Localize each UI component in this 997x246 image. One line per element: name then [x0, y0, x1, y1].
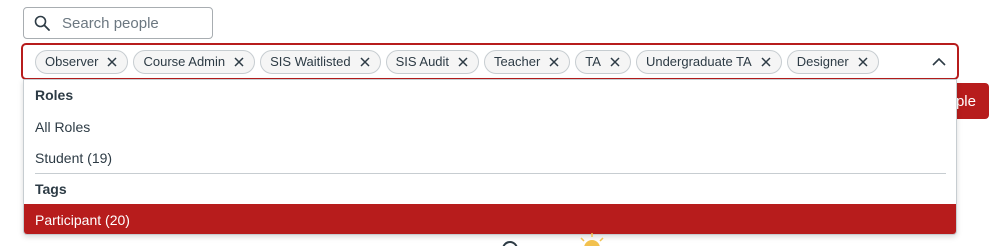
- decorative-circle-icon: [502, 241, 518, 246]
- role-tag[interactable]: Course Admin: [133, 49, 256, 74]
- search-box[interactable]: [23, 7, 213, 39]
- role-tag-label: SIS Waitlisted: [270, 54, 351, 69]
- role-tag[interactable]: TA: [575, 49, 631, 74]
- search-input[interactable]: [60, 13, 204, 33]
- close-icon[interactable]: [234, 56, 244, 67]
- role-tag[interactable]: SIS Waitlisted: [260, 49, 381, 74]
- role-tag[interactable]: Designer: [786, 49, 879, 74]
- group-label-roles: Roles: [35, 87, 74, 103]
- people-page: ple Observer Course Admin SIS Waitlisted…: [0, 0, 997, 246]
- role-tag-label: Observer: [45, 54, 99, 69]
- option-all-roles[interactable]: All Roles: [24, 111, 956, 142]
- role-tag[interactable]: Teacher: [484, 49, 571, 74]
- option-student[interactable]: Student (19): [24, 142, 956, 173]
- role-tag-label: TA: [585, 54, 601, 69]
- role-tag[interactable]: Undergraduate TA: [635, 49, 782, 74]
- close-icon[interactable]: [610, 56, 620, 67]
- role-tag-label: Designer: [796, 54, 849, 69]
- close-icon[interactable]: [458, 56, 468, 67]
- close-icon[interactable]: [858, 56, 868, 67]
- chevron-up-icon[interactable]: [932, 57, 946, 66]
- role-tag-label: Undergraduate TA: [645, 54, 752, 69]
- search-icon: [34, 15, 50, 31]
- role-tag-label: Teacher: [494, 54, 541, 69]
- group-divider: [35, 173, 946, 174]
- sun-icon: [580, 233, 604, 246]
- role-tag-label: Course Admin: [143, 54, 226, 69]
- group-label-tags: Tags: [35, 181, 67, 197]
- role-tag[interactable]: SIS Audit: [385, 49, 480, 74]
- role-filter-select[interactable]: Observer Course Admin SIS Waitlisted SIS…: [21, 43, 959, 80]
- close-icon[interactable]: [107, 56, 117, 67]
- close-icon[interactable]: [549, 56, 559, 67]
- add-people-button-label: ple: [955, 92, 976, 110]
- close-icon[interactable]: [360, 56, 370, 67]
- close-icon[interactable]: [761, 56, 771, 67]
- role-dropdown-menu: Roles All Roles Student (19) Tags Partic…: [23, 79, 957, 235]
- role-tag[interactable]: Observer: [35, 49, 129, 74]
- role-tag-label: SIS Audit: [395, 54, 450, 69]
- option-participant[interactable]: Participant (20): [24, 204, 956, 234]
